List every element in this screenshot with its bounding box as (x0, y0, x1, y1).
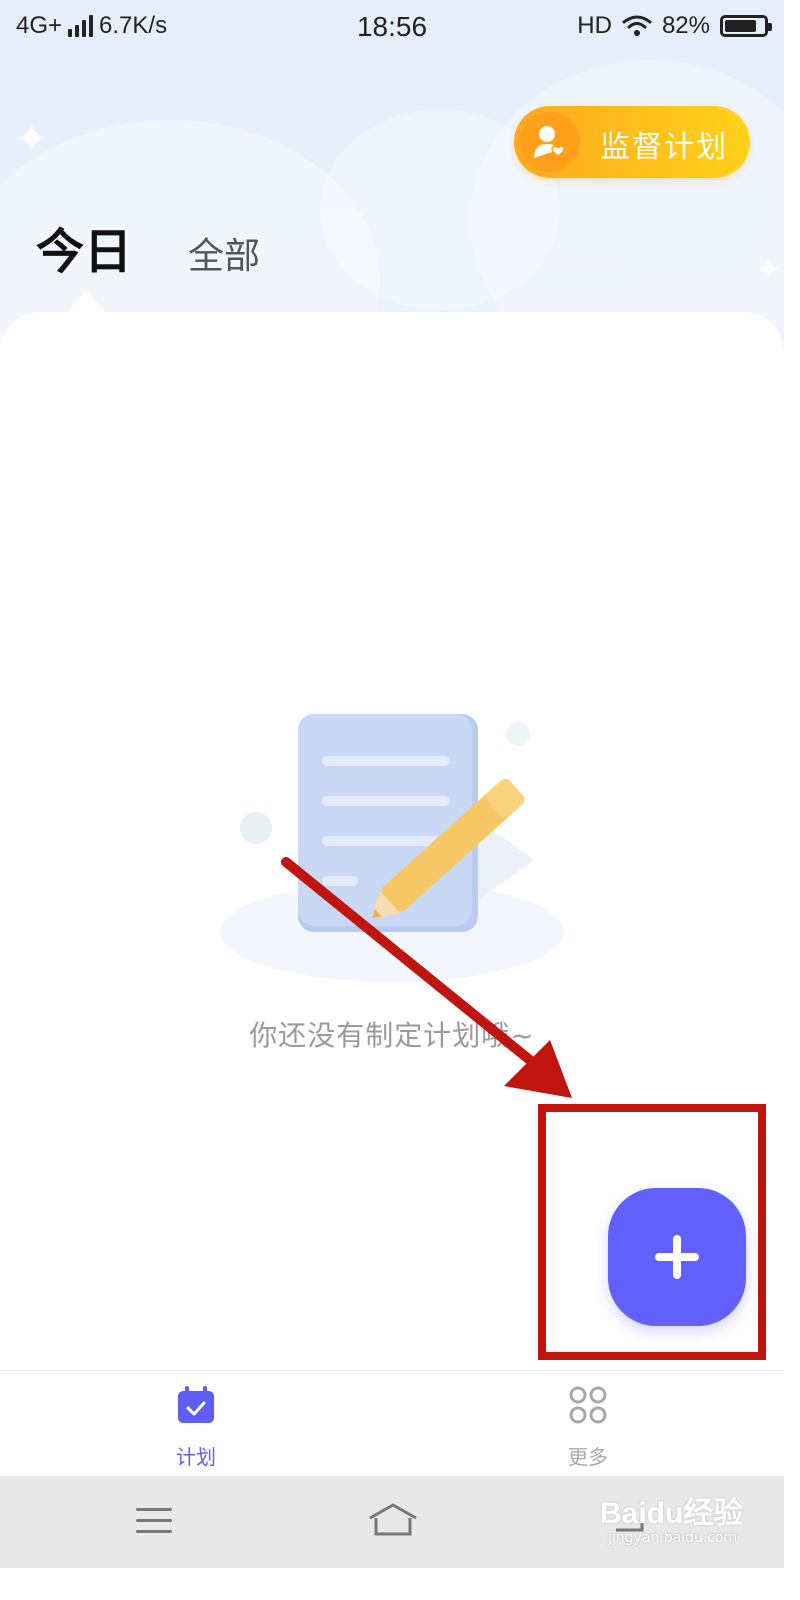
battery-percent: 82% (661, 12, 710, 39)
nav-item-plan[interactable]: 计划 (96, 1371, 296, 1477)
add-plan-button[interactable] (608, 1188, 746, 1326)
home-icon[interactable] (366, 1500, 420, 1540)
plus-icon (655, 1235, 699, 1279)
wifi-icon (622, 15, 652, 36)
sparkle-icon: ✦ (14, 114, 50, 163)
sparkle-icon: ✦ (756, 253, 782, 288)
watermark-logo: Baidu经验 (600, 1497, 744, 1530)
grid-icon (569, 1386, 607, 1424)
calendar-check-icon (178, 1386, 214, 1423)
status-bar: 4G+ 6.7K/s 18:56 HD 82% (0, 0, 784, 56)
battery-icon (720, 15, 772, 37)
supervise-plan-label: 监督计划 (600, 130, 728, 165)
status-bar-right: HD 82% (577, 12, 772, 40)
bottom-nav: 计划 更多 (0, 1370, 784, 1477)
tab-today[interactable]: 今日 (36, 212, 132, 282)
watermark: Baidu经验 jingyan.baidu.com (600, 1488, 780, 1558)
nav-label-plan: 计划 (176, 1445, 216, 1469)
nav-label-more: 更多 (568, 1445, 608, 1469)
date-tabs: 今日 全部 (36, 212, 260, 282)
empty-state-message: 你还没有制定计划哦~ (249, 1019, 535, 1052)
watermark-url: jingyan.baidu.com (608, 1530, 738, 1546)
battery-fill (725, 20, 757, 32)
supervise-plan-button[interactable]: 监督计划 (514, 106, 750, 178)
supervise-person-icon (520, 112, 580, 172)
menu-icon[interactable] (134, 1500, 174, 1540)
document-pencil-illustration (220, 714, 564, 982)
hd-indicator: HD (577, 12, 612, 39)
nav-item-more[interactable]: 更多 (488, 1371, 688, 1477)
active-tab-indicator (66, 290, 106, 314)
tab-all[interactable]: 全部 (188, 227, 260, 279)
